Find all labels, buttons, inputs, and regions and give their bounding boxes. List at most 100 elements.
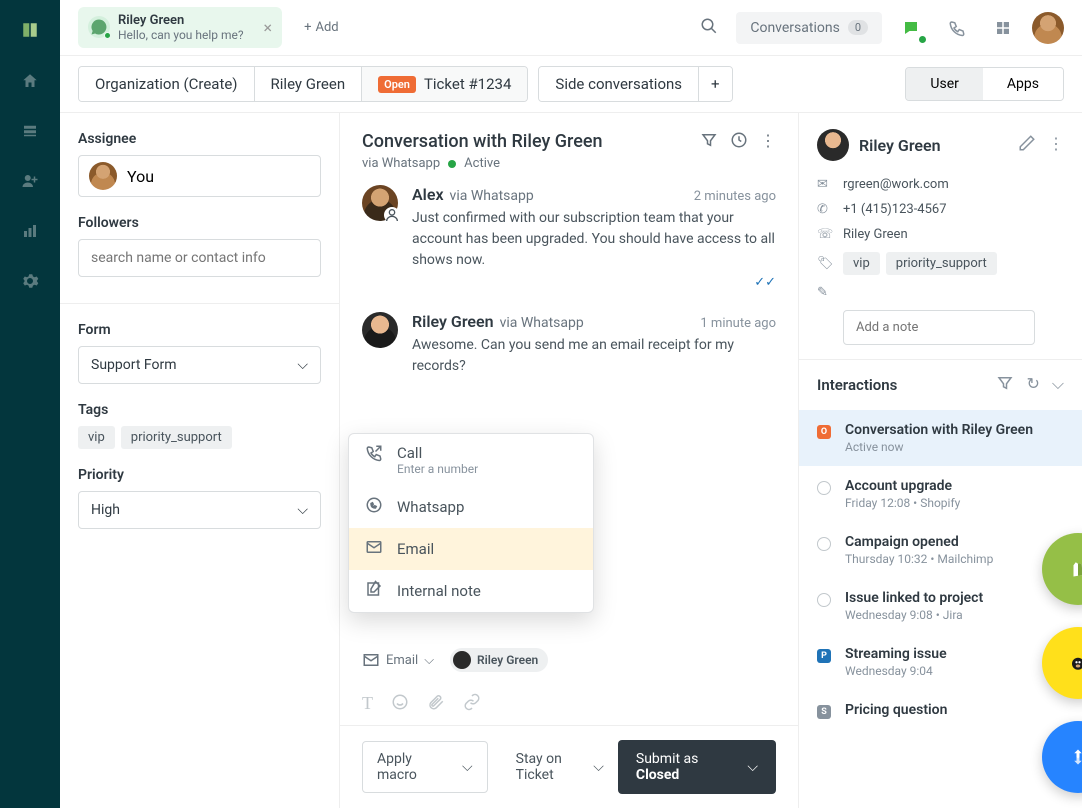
add-note-input[interactable] [843, 310, 1035, 345]
channel-option-email[interactable]: Email [349, 528, 593, 570]
tags-field[interactable]: vip priority_support [78, 426, 321, 449]
profile-avatar[interactable] [1032, 12, 1064, 44]
priority-select[interactable]: High⌵ [78, 491, 321, 529]
tag-chip[interactable]: priority_support [121, 426, 232, 449]
chevron-down-icon: ⌵ [297, 502, 308, 518]
nav-rail [0, 0, 60, 808]
channel-option-call[interactable]: CallEnter a number [349, 434, 593, 486]
interaction-item[interactable]: OConversation with Riley GreenActive now [799, 410, 1082, 466]
delivered-icon: ✓✓ [412, 275, 776, 290]
filter-icon[interactable] [996, 374, 1014, 396]
whatsapp-icon: ☏ [817, 227, 833, 242]
assignee-label: Assignee [78, 131, 321, 147]
reply-channel-select[interactable]: Email ⌵ [362, 651, 434, 669]
chevron-down-icon: ⌵ [297, 357, 308, 373]
add-button[interactable]: +Add [294, 14, 349, 41]
interaction-item[interactable]: Issue linked to projectWednesday 9:08 • … [799, 578, 1082, 634]
message-avatar [362, 312, 398, 348]
note-icon: ✎ [817, 285, 833, 300]
tag-icon: 🏷 [817, 256, 833, 271]
jira-app-icon[interactable] [1042, 721, 1082, 793]
interaction-marker: S [817, 705, 831, 719]
followers-input[interactable] [78, 239, 321, 277]
followers-label: Followers [78, 215, 321, 231]
conversations-button[interactable]: Conversations0 [736, 12, 882, 44]
interaction-item[interactable]: Account upgradeFriday 12:08 • Shopify [799, 466, 1082, 522]
tab-ticket[interactable]: OpenTicket #1234 [362, 67, 527, 101]
submit-button[interactable]: Submit as Closed⌵ [618, 740, 776, 794]
emoji-icon[interactable] [391, 693, 409, 715]
chevron-down-icon[interactable]: ⌵ [1052, 374, 1064, 396]
channel-menu: CallEnter a number Whatsapp Email Intern… [348, 433, 594, 613]
text-format-icon[interactable]: T [362, 693, 373, 715]
chip-name: Riley Green [118, 13, 244, 29]
shopify-app-icon[interactable] [1042, 533, 1082, 605]
history-icon[interactable] [730, 131, 748, 153]
customers-icon[interactable] [19, 170, 41, 192]
chevron-down-icon: ⌵ [462, 759, 473, 775]
interaction-marker [817, 593, 831, 607]
more-icon[interactable]: ⋮ [1048, 134, 1064, 156]
assignee-avatar [89, 162, 117, 190]
mailchimp-app-icon[interactable] [1042, 627, 1082, 699]
interaction-marker: P [817, 649, 831, 663]
add-side-conversation[interactable]: + [699, 67, 732, 101]
message: Alexvia Whatsapp2 minutes ago Just confi… [362, 185, 776, 290]
link-icon[interactable] [463, 693, 481, 715]
channel-option-whatsapp[interactable]: Whatsapp [349, 486, 593, 528]
edit-icon[interactable] [1018, 134, 1036, 156]
toggle-user[interactable]: User [906, 68, 982, 100]
tags-label: Tags [78, 402, 321, 418]
interaction-marker [817, 481, 831, 495]
recipient-chip[interactable]: Riley Green [450, 648, 548, 672]
whatsapp-icon [365, 496, 383, 518]
close-icon[interactable]: × [264, 18, 273, 37]
form-label: Form [78, 322, 321, 338]
toggle-apps[interactable]: Apps [983, 68, 1063, 100]
ticket-properties-panel: Assignee You Followers Form Support Form… [60, 113, 340, 808]
interaction-item[interactable]: PStreaming issueWednesday 9:04 [799, 634, 1082, 690]
phone-icon: ✆ [817, 202, 833, 217]
user-name: Riley Green [859, 136, 941, 155]
chat-icon[interactable] [894, 11, 928, 45]
chevron-down-icon: ⌵ [593, 759, 604, 775]
interactions-heading: Interactions [817, 376, 897, 394]
channel-option-note[interactable]: Internal note [349, 570, 593, 612]
phone-out-icon [365, 444, 383, 466]
more-icon[interactable]: ⋮ [760, 131, 776, 153]
apply-macro-button[interactable]: Apply macro⌵ [362, 741, 488, 793]
interaction-item[interactable]: SPricing question [799, 690, 1082, 731]
form-select[interactable]: Support Form⌵ [78, 346, 321, 384]
attachment-icon[interactable] [427, 693, 445, 715]
mail-icon: ✉ [817, 177, 833, 192]
tag-chip[interactable]: vip [78, 426, 115, 449]
stay-on-ticket-button[interactable]: Stay on Ticket⌵ [516, 751, 604, 783]
agent-badge-icon [384, 207, 400, 223]
tabs-row: Organization (Create) Riley Green OpenTi… [60, 56, 1082, 113]
priority-label: Priority [78, 467, 321, 483]
refresh-icon[interactable]: ↻ [1026, 374, 1039, 396]
views-icon[interactable] [19, 120, 41, 142]
phone-icon[interactable] [940, 11, 974, 45]
filter-icon[interactable] [700, 131, 718, 153]
tab-contact[interactable]: Riley Green [255, 67, 363, 101]
user-panel: Riley Green ⋮ ✉rgreen@work.com ✆+1 (415)… [798, 113, 1082, 808]
logo [18, 18, 42, 42]
message-avatar [362, 185, 398, 221]
apps-grid-icon[interactable] [986, 11, 1020, 45]
interaction-marker: O [817, 425, 831, 439]
assignee-field[interactable]: You [78, 155, 321, 197]
search-icon[interactable] [694, 11, 724, 45]
tab-organization[interactable]: Organization (Create) [79, 67, 255, 101]
note-icon [365, 580, 383, 602]
home-icon[interactable] [19, 70, 41, 92]
reports-icon[interactable] [19, 220, 41, 242]
interaction-marker [817, 537, 831, 551]
interaction-item[interactable]: Campaign openedThursday 10:32 • Mailchim… [799, 522, 1082, 578]
conversation-title: Conversation with Riley Green [362, 131, 603, 152]
tab-side-conversations[interactable]: Side conversations [539, 67, 699, 101]
user-avatar [817, 129, 849, 161]
settings-icon[interactable] [19, 270, 41, 292]
mail-icon [365, 538, 383, 560]
conversation-tab-chip[interactable]: Riley Green Hello, can you help me? × [78, 7, 282, 49]
